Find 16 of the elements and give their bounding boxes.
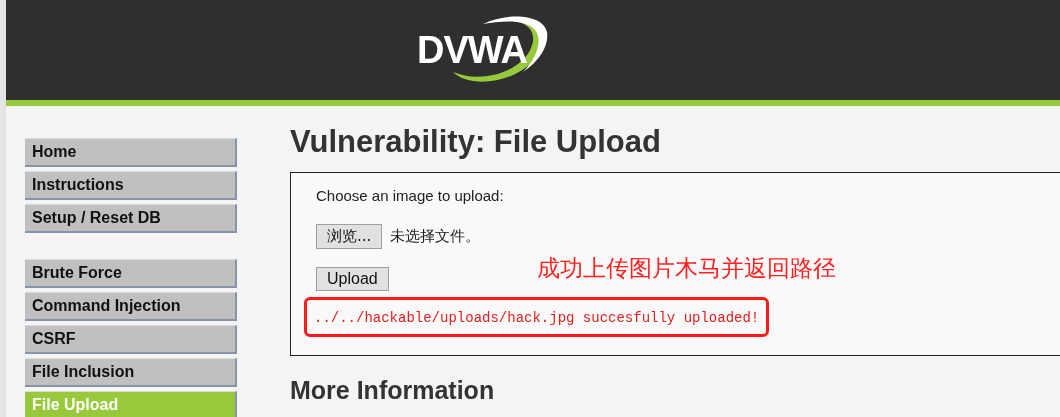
file-status: 未选择文件。 (390, 227, 481, 246)
logo-text: DVWA (417, 28, 527, 72)
menu-item[interactable]: Instructions (25, 171, 237, 200)
menu-item[interactable]: Setup / Reset DB (25, 204, 237, 233)
annotation-text: 成功上传图片木马并返回路径 (537, 254, 836, 283)
page-title: Vulnerability: File Upload (290, 124, 662, 160)
upload-button[interactable]: Upload (316, 267, 389, 291)
menu-item[interactable]: File Inclusion (25, 358, 237, 387)
menu-item[interactable]: Home (25, 138, 237, 167)
upload-message: ../../hackable/uploads/hack.jpg succesfully uploaded! (314, 310, 760, 326)
menu-item[interactable]: CSRF (25, 325, 237, 354)
upload-prompt: Choose an image to upload: (316, 187, 504, 204)
browse-button[interactable]: 浏览... (316, 224, 383, 249)
menu-item[interactable]: Command Injection (25, 292, 237, 321)
menu-item[interactable]: Brute Force (25, 259, 237, 288)
section-heading: More Information (290, 376, 496, 405)
